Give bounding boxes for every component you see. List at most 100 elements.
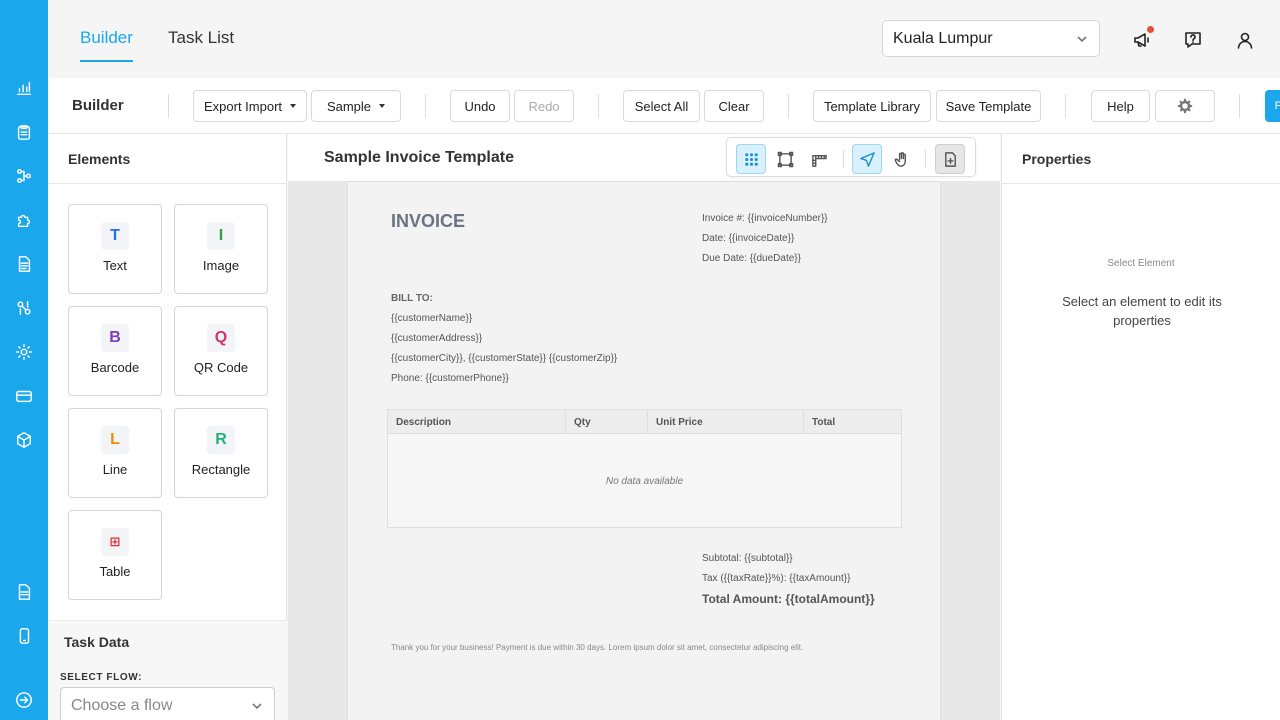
primary-action-button[interactable]: P bbox=[1265, 90, 1280, 122]
undo-button[interactable]: Undo bbox=[450, 90, 510, 122]
toolbar-title: Builder bbox=[72, 97, 124, 114]
notification-dot bbox=[1147, 26, 1154, 33]
line-glyph-icon: L bbox=[101, 426, 129, 454]
integration-icon[interactable] bbox=[0, 296, 48, 320]
task-data-title: Task Data bbox=[64, 634, 130, 650]
left-rail bbox=[0, 0, 48, 720]
properties-title: Properties bbox=[1002, 134, 1280, 184]
column-divider bbox=[647, 410, 648, 434]
tax-line[interactable]: Tax ({{taxRate}}%): {{taxAmount}} bbox=[702, 573, 850, 584]
table-empty-message: No data available bbox=[605, 476, 684, 487]
settings-button[interactable] bbox=[1155, 90, 1215, 122]
tools-divider bbox=[843, 150, 844, 168]
element-label: Text bbox=[103, 258, 127, 273]
select-tool[interactable] bbox=[852, 144, 882, 174]
table-header-cell: Total bbox=[812, 417, 836, 428]
select-flow-label: SELECT FLOW: bbox=[60, 672, 143, 683]
file-text-icon[interactable] bbox=[0, 580, 48, 604]
bounding-box-icon bbox=[777, 151, 793, 167]
element-barcode[interactable]: B Barcode bbox=[68, 306, 162, 396]
template-library-button[interactable]: Template Library bbox=[813, 90, 931, 122]
add-page-tool[interactable] bbox=[935, 144, 965, 174]
subtotal-line[interactable]: Subtotal: {{subtotal}} bbox=[702, 553, 793, 564]
customer-address[interactable]: {{customerAddress}} bbox=[391, 333, 482, 344]
puzzle-icon[interactable] bbox=[0, 208, 48, 232]
element-label: Table bbox=[99, 564, 131, 579]
ruler-toggle[interactable] bbox=[804, 144, 834, 174]
element-line[interactable]: L Line bbox=[68, 408, 162, 498]
element-label: Rectangle bbox=[191, 462, 251, 477]
invoice-number[interactable]: Invoice #: {{invoiceNumber}} bbox=[702, 213, 828, 224]
table-glyph-icon: ⊞ bbox=[101, 528, 129, 556]
grid-toggle[interactable] bbox=[736, 144, 766, 174]
invoice-footnote[interactable]: Thank you for your business! Payment is … bbox=[391, 643, 803, 652]
tab-task-list[interactable]: Task List bbox=[168, 28, 234, 60]
hand-icon bbox=[894, 151, 906, 167]
elements-panel: Elements T Text I Image B Barcode Q QR C… bbox=[48, 134, 287, 720]
invoice-date[interactable]: Date: {{invoiceDate}} bbox=[702, 233, 794, 244]
toolbar-divider bbox=[425, 94, 426, 118]
element-label: Barcode bbox=[90, 360, 140, 375]
customer-phone[interactable]: Phone: {{customerPhone}} bbox=[391, 373, 509, 384]
total-amount-line[interactable]: Total Amount: {{totalAmount}} bbox=[702, 592, 875, 606]
user-icon[interactable] bbox=[1233, 28, 1257, 52]
caret-down-icon bbox=[290, 104, 297, 108]
element-table[interactable]: ⊞ Table bbox=[68, 510, 162, 600]
properties-panel: Properties Select Element Select an elem… bbox=[1001, 134, 1280, 720]
bill-to-label[interactable]: BILL TO: bbox=[391, 293, 433, 304]
help-button[interactable]: Help bbox=[1091, 90, 1150, 122]
chart-icon[interactable] bbox=[0, 76, 48, 100]
invoice-due-date[interactable]: Due Date: {{dueDate}} bbox=[702, 253, 801, 264]
element-text[interactable]: T Text bbox=[68, 204, 162, 294]
invoice-items-table[interactable]: Description Qty Unit Price Total No data… bbox=[387, 409, 902, 528]
table-header-cell: Qty bbox=[574, 417, 591, 428]
export-import-dropdown[interactable]: Export Import bbox=[193, 90, 307, 122]
bounds-toggle[interactable] bbox=[770, 144, 800, 174]
select-element-hint: Select an element to edit its properties bbox=[1062, 294, 1222, 328]
element-rectangle[interactable]: R Rectangle bbox=[174, 408, 268, 498]
help-chat-icon[interactable] bbox=[1181, 28, 1205, 52]
chevron-down-icon bbox=[1077, 35, 1087, 42]
barcode-glyph-icon: B bbox=[101, 324, 129, 352]
column-divider bbox=[803, 410, 804, 434]
element-label: QR Code bbox=[193, 360, 249, 375]
save-template-button[interactable]: Save Template bbox=[936, 90, 1041, 122]
element-qr-code[interactable]: Q QR Code bbox=[174, 306, 268, 396]
expand-rail-icon[interactable] bbox=[0, 688, 48, 712]
sample-dropdown[interactable]: Sample bbox=[311, 90, 401, 122]
redo-button[interactable]: Redo bbox=[514, 90, 574, 122]
canvas-toolbar bbox=[726, 137, 976, 177]
gear-icon bbox=[1177, 98, 1193, 114]
clear-button[interactable]: Clear bbox=[704, 90, 764, 122]
flow-placeholder: Choose a flow bbox=[71, 697, 173, 714]
invoice-title[interactable]: INVOICE bbox=[391, 211, 465, 232]
document-list-icon[interactable] bbox=[0, 252, 48, 276]
qr-glyph-icon: Q bbox=[207, 324, 235, 352]
customer-city[interactable]: {{customerCity}}, {{customerState}} {{cu… bbox=[391, 353, 617, 364]
settings-icon[interactable] bbox=[0, 340, 48, 364]
element-image[interactable]: I Image bbox=[174, 204, 268, 294]
location-select[interactable]: Kuala Lumpur bbox=[882, 20, 1100, 57]
text-glyph-icon: T bbox=[101, 222, 129, 250]
element-label: Image bbox=[202, 258, 240, 273]
pan-tool[interactable] bbox=[886, 144, 916, 174]
tab-builder[interactable]: Builder bbox=[80, 28, 133, 62]
select-all-button[interactable]: Select All bbox=[623, 90, 700, 122]
rectangle-glyph-icon: R bbox=[207, 426, 235, 454]
announcement-icon[interactable] bbox=[1130, 26, 1154, 52]
cube-icon[interactable] bbox=[0, 428, 48, 452]
invoice-page[interactable]: INVOICE Invoice #: {{invoiceNumber}} Dat… bbox=[348, 182, 940, 720]
customer-name[interactable]: {{customerName}} bbox=[391, 313, 472, 324]
workflow-icon[interactable] bbox=[0, 164, 48, 188]
canvas-workspace[interactable]: INVOICE Invoice #: {{invoiceNumber}} Dat… bbox=[288, 182, 1000, 720]
top-header: Builder Task List Kuala Lumpur bbox=[48, 0, 1280, 78]
toolbar-divider bbox=[1065, 94, 1066, 118]
grid-icon bbox=[744, 152, 758, 166]
clipboard-icon[interactable] bbox=[0, 120, 48, 144]
mobile-icon[interactable] bbox=[0, 624, 48, 648]
credit-card-icon[interactable] bbox=[0, 384, 48, 408]
export-import-label: Export Import bbox=[203, 98, 283, 114]
cursor-arrow-icon bbox=[859, 151, 875, 167]
toolbar-divider bbox=[168, 94, 169, 118]
flow-select[interactable]: Choose a flow bbox=[60, 687, 275, 720]
